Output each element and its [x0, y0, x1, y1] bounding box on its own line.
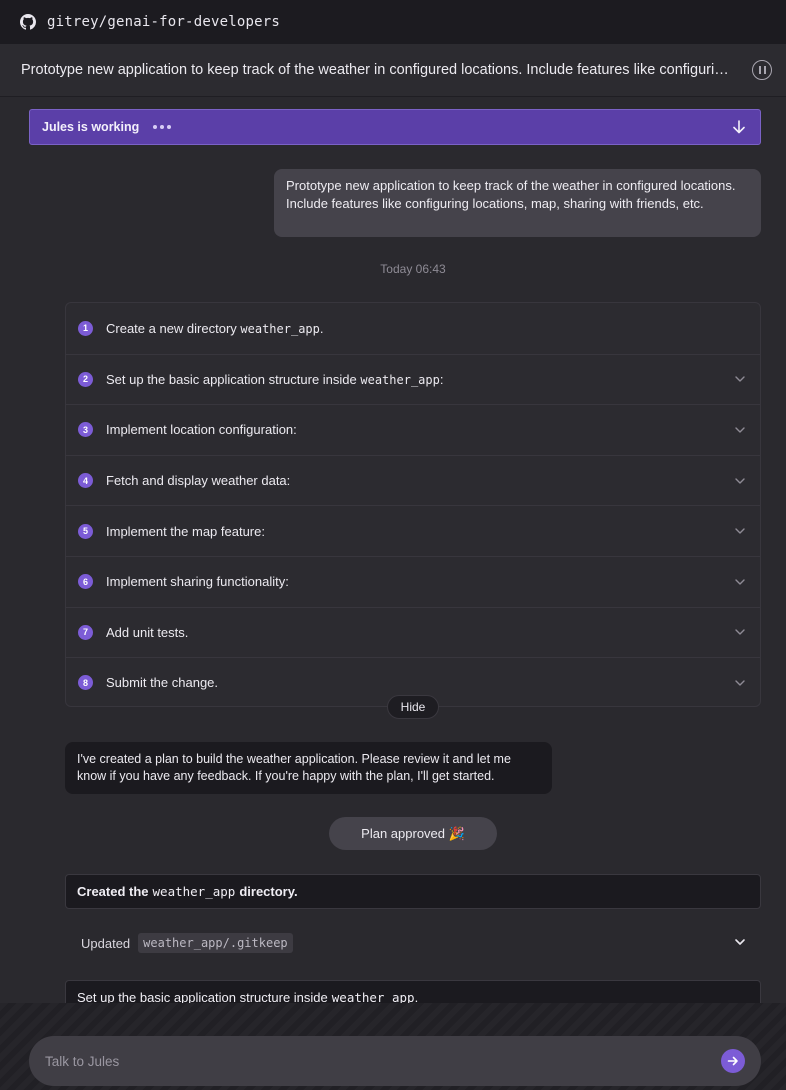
step-code: weather_app: [240, 321, 320, 336]
send-button[interactable]: [721, 1049, 745, 1073]
working-status-banner[interactable]: Jules is working: [29, 109, 761, 145]
step-number-badge: 7: [78, 624, 93, 640]
plan-approved-badge: Plan approved 🎉: [329, 817, 497, 850]
step-text: Implement the map feature:: [106, 523, 265, 539]
agent-message: I've created a plan to build the weather…: [65, 742, 552, 794]
step-suffix: .: [319, 320, 324, 336]
chevron-down-icon[interactable]: [734, 424, 746, 436]
hide-plan-button[interactable]: Hide: [387, 695, 439, 719]
repo-name[interactable]: gitrey/genai-for-developers: [47, 14, 280, 30]
updated-file-row[interactable]: Updated weather_app/.gitkeep: [81, 930, 747, 956]
activity-created-directory: Created the weather_app directory.: [65, 874, 761, 909]
approved-label: Plan approved: [361, 826, 446, 841]
step-suffix: :: [439, 371, 444, 387]
plan-step[interactable]: 4 Fetch and display weather data:: [66, 454, 760, 506]
chevron-down-icon[interactable]: [734, 677, 746, 689]
github-icon: [20, 14, 36, 30]
chevron-down-icon[interactable]: [734, 373, 746, 385]
activity-text-suffix: directory.: [239, 884, 298, 899]
task-title: Prototype new application to keep track …: [21, 62, 752, 78]
step-label: Implement sharing functionality:: [106, 574, 734, 589]
chevron-down-icon[interactable]: [734, 576, 746, 588]
step-label: Add unit tests.: [106, 625, 734, 640]
step-text: Create a new directory: [106, 320, 241, 336]
chevron-down-icon[interactable]: [734, 475, 746, 487]
step-label: Implement the map feature:: [106, 524, 734, 539]
step-number-badge: 5: [78, 523, 93, 539]
plan-step[interactable]: 2 Set up the basic application structure …: [66, 353, 760, 405]
step-label: Set up the basic application structure i…: [106, 372, 734, 387]
party-popper-icon: 🎉: [448, 825, 465, 841]
chevron-down-icon[interactable]: [733, 935, 747, 952]
step-number-badge: 2: [78, 371, 93, 387]
step-number-badge: 8: [78, 675, 93, 691]
step-code: weather_app: [360, 372, 440, 387]
ellipsis-icon: [153, 125, 172, 129]
step-text: Submit the change.: [106, 675, 219, 691]
updated-label: Updated: [81, 935, 131, 951]
pause-icon-bar: [763, 66, 766, 74]
message-timestamp: Today 06:43: [380, 262, 446, 276]
chat-input-container: [29, 1036, 761, 1086]
activity-code: weather_app: [152, 884, 236, 899]
plan-step[interactable]: 6 Implement sharing functionality:: [66, 555, 760, 607]
plan-list: 1 Create a new directory weather_app. 2 Set…: [65, 302, 761, 707]
plan-step[interactable]: 3 Implement location configuration:: [66, 404, 760, 455]
step-text: Set up the basic application structure i…: [106, 371, 361, 387]
step-label: Create a new directory weather_app.: [106, 321, 746, 336]
chevron-down-icon[interactable]: [734, 525, 746, 537]
step-label: Implement location configuration:: [106, 422, 734, 437]
step-number-badge: 3: [78, 422, 93, 438]
step-number-badge: 1: [78, 320, 93, 336]
step-text: Fetch and display weather data:: [106, 473, 291, 489]
arrow-right-icon: [727, 1056, 738, 1066]
user-message: Prototype new application to keep track …: [274, 169, 761, 237]
step-label: Fetch and display weather data:: [106, 473, 734, 488]
step-text: Implement location configuration:: [106, 422, 297, 438]
pause-icon: [758, 66, 761, 74]
step-text: Implement sharing functionality:: [106, 574, 289, 590]
plan-step[interactable]: 7 Add unit tests.: [66, 606, 760, 658]
status-text: Jules is working: [42, 120, 140, 134]
repo-header: gitrey/genai-for-developers: [0, 0, 786, 44]
chevron-down-icon[interactable]: [734, 626, 746, 638]
activity-text: Created the: [77, 884, 149, 899]
step-text: Add unit tests.: [106, 624, 189, 640]
updated-file-chip: weather_app/.gitkeep: [138, 933, 293, 953]
plan-step: 1 Create a new directory weather_app.: [66, 303, 760, 354]
step-label: Submit the change.: [106, 675, 734, 690]
chat-input[interactable]: [45, 1053, 721, 1069]
plan-step[interactable]: 5 Implement the map feature:: [66, 505, 760, 556]
step-number-badge: 6: [78, 574, 93, 590]
arrow-down-icon[interactable]: [730, 118, 748, 136]
pause-button[interactable]: [752, 60, 772, 80]
task-header: Prototype new application to keep track …: [0, 44, 786, 97]
step-number-badge: 4: [78, 473, 93, 489]
